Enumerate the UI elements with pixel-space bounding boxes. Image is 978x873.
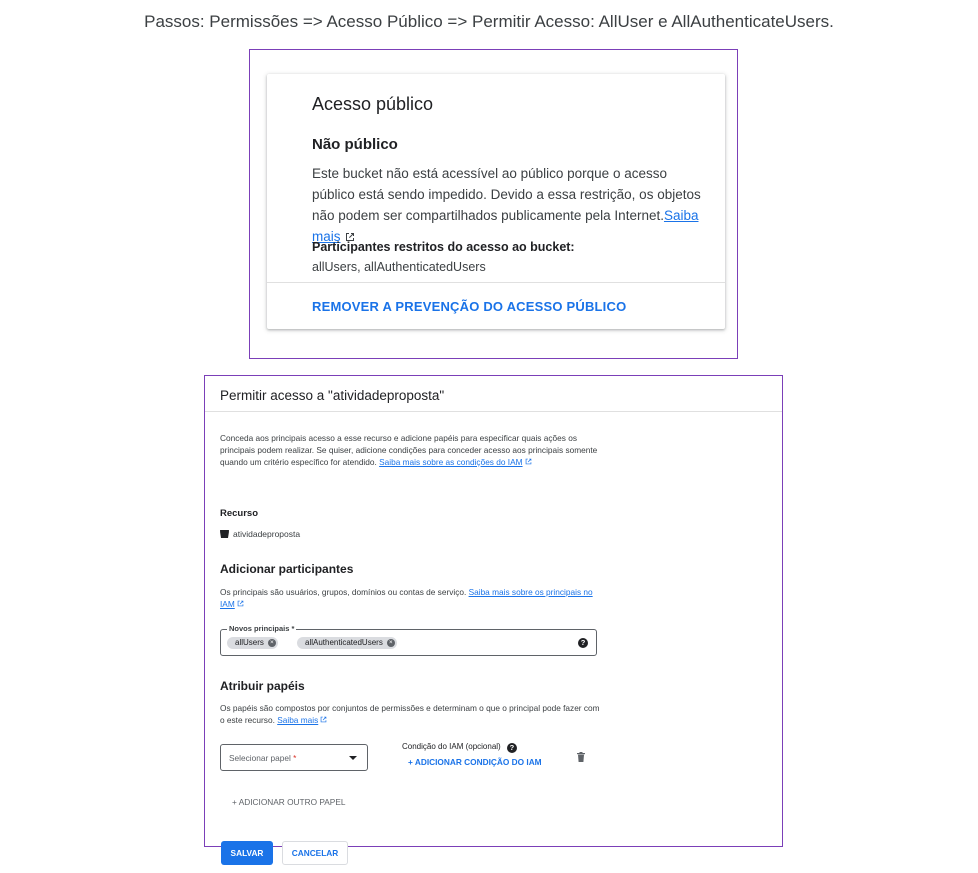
assign-roles-desc: Os papéis são compostos por conjuntos de… (220, 702, 600, 726)
iam-conditions-link[interactable]: Saiba mais sobre as condições do IAM (379, 457, 522, 467)
add-principals-desc-text: Os principais são usuários, grupos, domí… (220, 587, 467, 597)
card-divider (267, 282, 725, 283)
dialog-intro: Conceda aos principais acesso a esse rec… (220, 432, 600, 468)
dropdown-caret-icon (349, 756, 357, 760)
add-iam-condition-button[interactable]: + ADICIONAR CONDIÇÃO DO IAM (408, 757, 542, 767)
external-link-icon (237, 600, 244, 607)
add-principals-title: Adicionar participantes (220, 562, 354, 576)
new-principals-label: Novos principais * (227, 624, 297, 633)
iam-condition-label: Condição do IAM (opcional) ? (402, 742, 517, 753)
role-placeholder-text: Selecionar papel (229, 753, 291, 763)
principal-chip[interactable]: allAuthenticatedUsers × (297, 637, 397, 649)
cancel-button[interactable]: CANCELAR (282, 841, 348, 865)
dialog-divider (205, 411, 782, 412)
remove-prevention-button[interactable]: REMOVER A PREVENÇÃO DO ACESSO PÚBLICO (312, 299, 626, 314)
public-access-screenshot: Acesso público Não público Este bucket n… (249, 49, 738, 359)
card-status: Não público (312, 136, 398, 153)
trash-icon[interactable] (577, 752, 585, 762)
resource-name: atividadeproposta (233, 529, 301, 539)
resource-row: atividadeproposta (220, 529, 300, 539)
role-select[interactable]: Selecionar papel * (220, 744, 368, 771)
role-required-mark: * (293, 753, 297, 763)
roles-learn-more-link[interactable]: Saiba mais (277, 715, 318, 725)
bucket-icon (220, 530, 229, 538)
principal-chip-label: allAuthenticatedUsers (305, 638, 383, 647)
principal-chip[interactable]: allUsers × (227, 637, 278, 649)
dialog-title: Permitir acesso a "atividadeproposta" (220, 388, 445, 403)
public-access-card: Acesso público Não público Este bucket n… (267, 74, 725, 329)
external-link-icon (525, 458, 531, 465)
card-title: Acesso público (312, 94, 434, 114)
iam-condition-label-text: Condição do IAM (opcional) (402, 742, 501, 751)
help-icon[interactable]: ? (506, 743, 517, 753)
external-link-icon (320, 716, 327, 723)
save-button[interactable]: SALVAR (221, 841, 273, 865)
card-description: Este bucket não está acessível ao públic… (312, 163, 712, 247)
role-select-placeholder: Selecionar papel * (229, 753, 296, 763)
chip-remove-icon[interactable]: × (267, 639, 276, 647)
principal-chip-label: allUsers (235, 638, 264, 647)
chip-remove-icon[interactable]: × (386, 639, 395, 647)
restricted-value: allUsers, allAuthenticatedUsers (312, 260, 486, 274)
caption: Passos: Permissões => Acesso Público => … (144, 12, 834, 31)
card-description-text: Este bucket não está acessível ao públic… (312, 166, 701, 223)
assign-roles-title: Atribuir papéis (220, 679, 305, 693)
restricted-title: Participantes restritos do acesso ao buc… (312, 240, 575, 254)
new-principals-input[interactable]: Novos principais * allUsers × allAuthenti… (220, 624, 597, 656)
resource-label: Recurso (220, 508, 259, 519)
add-principals-desc: Os principais são usuários, grupos, domí… (220, 586, 600, 610)
grant-access-dialog: Permitir acesso a "atividadeproposta" Co… (204, 375, 783, 865)
add-other-role-button[interactable]: + ADICIONAR OUTRO PAPEL (232, 797, 346, 807)
help-icon[interactable]: ? (578, 638, 588, 648)
